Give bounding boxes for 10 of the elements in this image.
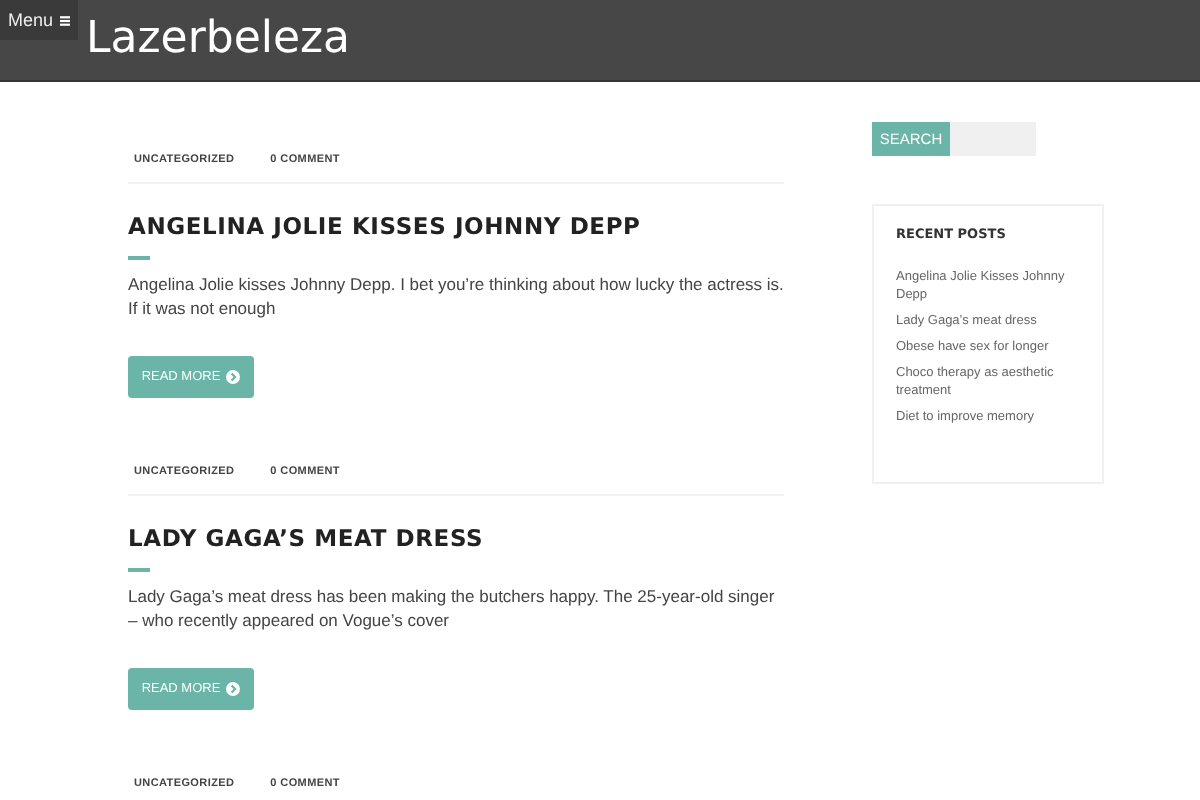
menu-button[interactable]: Menu xyxy=(0,0,78,40)
site-title[interactable]: Lazerbeleza xyxy=(86,14,351,64)
post-excerpt: Angelina Jolie kisses Johnny Depp. I bet you’re thinking about how lucky the actress is. If it was not enough xyxy=(128,272,784,320)
post-title[interactable]: LADY GAGA’S MEAT DRESS xyxy=(128,524,784,552)
search-field[interactable] xyxy=(950,122,1036,156)
arrow-circle-icon xyxy=(226,682,241,696)
post-excerpt: Lady Gaga’s meat dress has been making the butchers happy. The 25-year-old singer – who recently appeared on Vogue’s cover xyxy=(128,584,777,632)
arrow-circle-icon xyxy=(226,370,241,384)
post-title[interactable]: ANGELINA JOLIE KISSES JOHNNY DEPP xyxy=(128,212,784,240)
menu-icon xyxy=(59,13,70,27)
